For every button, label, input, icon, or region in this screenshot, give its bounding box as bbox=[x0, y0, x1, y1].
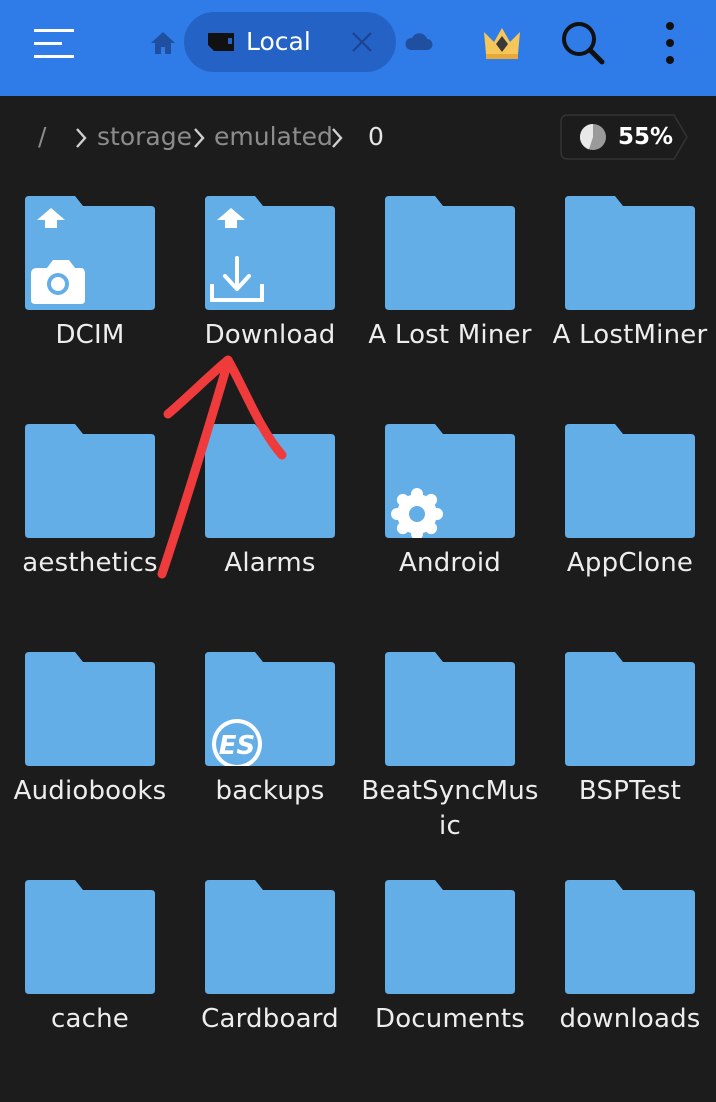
chevron-right-icon bbox=[194, 128, 205, 148]
folder-icon bbox=[25, 196, 155, 310]
folder-item[interactable]: BSPTest bbox=[540, 646, 716, 874]
folder-icon bbox=[385, 880, 515, 994]
folder-icon bbox=[25, 424, 155, 538]
folder-icon bbox=[565, 880, 695, 994]
tab-local-label: Local bbox=[246, 27, 311, 56]
folder-icon bbox=[385, 424, 515, 538]
folder-item[interactable]: aesthetics bbox=[0, 418, 180, 646]
folder-icon: ES bbox=[205, 652, 335, 766]
folder-name: Cardboard bbox=[201, 1004, 339, 1034]
folder-icon bbox=[205, 196, 335, 310]
folder-name: BeatSyncMusic bbox=[361, 776, 539, 841]
folder-item[interactable]: Cardboard bbox=[180, 874, 360, 1102]
folder-icon bbox=[205, 424, 335, 538]
folder-name: Documents bbox=[374, 1004, 526, 1034]
sd-card-icon bbox=[208, 33, 234, 51]
folder-item[interactable]: Android bbox=[360, 418, 540, 646]
menu-icon[interactable] bbox=[32, 26, 76, 60]
folder-item[interactable]: ES backups bbox=[180, 646, 360, 874]
folder-item[interactable]: BeatSyncMusic bbox=[360, 646, 540, 874]
more-icon[interactable] bbox=[660, 20, 680, 66]
folder-item[interactable]: Download bbox=[180, 190, 360, 418]
folder-item[interactable]: A LostMiner bbox=[540, 190, 716, 418]
folder-item[interactable]: Audiobooks bbox=[0, 646, 180, 874]
folder-item[interactable]: DCIM bbox=[0, 190, 180, 418]
breadcrumb-storage[interactable]: storage bbox=[97, 122, 192, 152]
chevron-right-icon bbox=[76, 128, 87, 148]
folder-icon bbox=[205, 880, 335, 994]
cloud-icon[interactable] bbox=[404, 30, 434, 54]
breadcrumb-emulated[interactable]: emulated bbox=[214, 122, 333, 152]
folder-item[interactable]: A Lost Miner bbox=[360, 190, 540, 418]
folder-icon bbox=[385, 196, 515, 310]
folder-icon bbox=[565, 196, 695, 310]
folder-name: downloads bbox=[559, 1004, 701, 1034]
breadcrumb-current[interactable]: 0 bbox=[368, 122, 384, 152]
folder-item[interactable]: Alarms bbox=[180, 418, 360, 646]
folder-name: Audiobooks bbox=[13, 776, 167, 806]
folder-icon bbox=[385, 652, 515, 766]
breadcrumb-root[interactable]: / bbox=[38, 122, 46, 152]
tab-local[interactable]: Local bbox=[184, 12, 396, 72]
folder-name: AppClone bbox=[566, 548, 694, 578]
folder-name: cache bbox=[51, 1004, 129, 1034]
folder-name: A LostMiner bbox=[552, 320, 708, 350]
folder-name: aesthetics bbox=[22, 548, 158, 578]
folder-item[interactable]: Documents bbox=[360, 874, 540, 1102]
folder-name: Download bbox=[204, 320, 336, 350]
folder-name: backups bbox=[215, 776, 325, 806]
storage-usage-badge[interactable]: 55% bbox=[560, 114, 688, 160]
folder-item[interactable]: AppClone bbox=[540, 418, 716, 646]
storage-usage-percent: 55% bbox=[618, 124, 674, 150]
folder-name: DCIM bbox=[55, 320, 125, 350]
folder-item[interactable]: cache bbox=[0, 874, 180, 1102]
folder-icon bbox=[565, 424, 695, 538]
top-app-bar: Local bbox=[0, 0, 716, 96]
chevron-right-icon bbox=[332, 128, 343, 148]
home-icon[interactable] bbox=[150, 30, 176, 56]
folder-icon bbox=[565, 652, 695, 766]
folder-item[interactable]: downloads bbox=[540, 874, 716, 1102]
folder-name: A Lost Miner bbox=[368, 320, 532, 350]
svg-text:ES: ES bbox=[219, 731, 256, 761]
folder-name: BSPTest bbox=[578, 776, 682, 806]
folder-icon bbox=[25, 880, 155, 994]
folder-icon bbox=[25, 652, 155, 766]
search-icon[interactable] bbox=[558, 18, 608, 68]
close-icon[interactable] bbox=[350, 30, 374, 54]
pie-chart-icon bbox=[580, 124, 606, 150]
folder-name: Android bbox=[399, 548, 501, 578]
crown-icon[interactable] bbox=[480, 22, 524, 62]
folder-name: Alarms bbox=[224, 548, 316, 578]
